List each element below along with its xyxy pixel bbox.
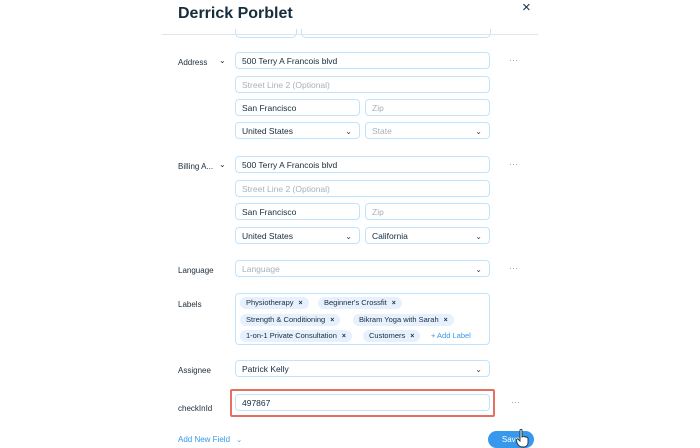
label-chip: Bikram Yoga with Sarah × — [353, 314, 454, 326]
billing-address-label: Billing A... — [178, 162, 214, 171]
header-divider — [162, 34, 538, 35]
language-label: Language — [178, 266, 214, 275]
close-icon[interactable]: × — [522, 0, 531, 16]
chevron-down-icon: ⌄ — [345, 232, 352, 241]
add-label-link[interactable]: + Add Label — [431, 331, 471, 340]
assignee-label: Assignee — [178, 366, 211, 375]
remove-chip-icon[interactable]: × — [330, 317, 334, 324]
remove-chip-icon[interactable]: × — [299, 300, 303, 307]
chevron-down-icon: ⌄ — [475, 232, 482, 241]
chevron-down-icon: ⌄ — [475, 127, 482, 136]
label-chip-text: Beginner's Crossfit — [324, 298, 387, 307]
remove-chip-icon[interactable]: × — [410, 333, 414, 340]
billing-city-input[interactable]: San Francisco — [235, 203, 360, 220]
remove-chip-icon[interactable]: × — [392, 300, 396, 307]
language-more-icon[interactable]: ··· — [509, 264, 519, 273]
billing-expand-chevron-icon[interactable]: ⌄ — [219, 160, 226, 169]
label-chip-text: Customers — [369, 331, 406, 340]
label-chip-text: Strength & Conditioning — [246, 315, 326, 324]
billing-street2-input[interactable]: Street Line 2 (Optional) — [235, 180, 490, 197]
checkinid-more-icon[interactable]: ··· — [511, 398, 521, 407]
remove-chip-icon[interactable]: × — [342, 333, 346, 340]
address-country-select[interactable]: United States ⌄ — [235, 122, 360, 139]
billing-country-select[interactable]: United States ⌄ — [235, 227, 360, 244]
add-new-field-link[interactable]: Add New Field ⌄ — [178, 435, 242, 444]
address-label: Address — [178, 58, 208, 67]
chevron-down-icon: ⌄ — [475, 365, 482, 374]
label-chip: Beginner's Crossfit × — [318, 297, 402, 309]
address-city-input[interactable]: San Francisco — [235, 99, 360, 116]
address-zip-input[interactable]: Zip — [365, 99, 490, 116]
label-chip: Strength & Conditioning × — [240, 314, 341, 326]
labels-label: Labels — [178, 300, 202, 309]
billing-state-select[interactable]: California ⌄ — [365, 227, 490, 244]
billing-country-value: United States — [242, 231, 294, 241]
label-chip-text: Physiotherapy — [246, 298, 294, 307]
address-country-value: United States — [242, 126, 294, 136]
billing-state-value: California — [372, 231, 408, 241]
language-select[interactable]: Language ⌄ — [235, 260, 490, 277]
label-chip: Physiotherapy × — [240, 297, 309, 309]
assignee-select[interactable]: Patrick Kelly ⌄ — [235, 360, 490, 377]
hand-cursor-icon — [516, 429, 529, 448]
assignee-value: Patrick Kelly — [242, 364, 289, 374]
language-placeholder: Language — [242, 264, 280, 274]
address-street1-input[interactable]: 500 Terry A Francois blvd — [235, 52, 490, 69]
address-expand-chevron-icon[interactable]: ⌄ — [219, 56, 226, 65]
chevron-down-icon: ⌄ — [236, 437, 243, 444]
label-chip: Customers × — [363, 330, 421, 342]
page-title: Derrick Porblet — [178, 5, 293, 22]
address-street2-input[interactable]: Street Line 2 (Optional) — [235, 76, 490, 93]
checkinid-label: checkInId — [178, 404, 213, 413]
address-more-icon[interactable]: ··· — [509, 56, 519, 65]
billing-zip-input[interactable]: Zip — [365, 203, 490, 220]
add-new-field-text: Add New Field — [178, 435, 231, 444]
label-chip-text: Bikram Yoga with Sarah — [359, 315, 439, 324]
address-state-select[interactable]: State ⌄ — [365, 122, 490, 139]
chevron-down-icon: ⌄ — [345, 127, 352, 136]
label-chip-text: 1-on-1 Private Consultation — [246, 331, 337, 340]
address-state-placeholder: State — [372, 126, 392, 136]
checkinid-input[interactable]: 497867 — [235, 394, 490, 411]
remove-chip-icon[interactable]: × — [444, 317, 448, 324]
label-chip: 1-on-1 Private Consultation × — [240, 330, 352, 342]
billing-more-icon[interactable]: ··· — [509, 160, 519, 169]
billing-street1-input[interactable]: 500 Terry A Francois blvd — [235, 156, 490, 173]
chevron-down-icon: ⌄ — [475, 265, 482, 274]
